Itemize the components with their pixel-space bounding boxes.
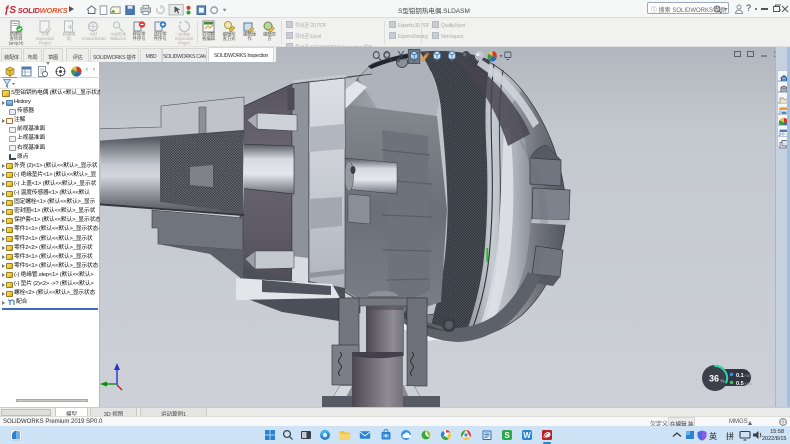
- svg-text:36: 36: [709, 374, 719, 384]
- svg-text:W: W: [523, 431, 531, 440]
- svg-text:KB/s: KB/s: [745, 374, 753, 378]
- svg-text:0.5: 0.5: [736, 381, 744, 387]
- svg-text:0.1: 0.1: [736, 373, 744, 379]
- svg-text:KB/s: KB/s: [745, 382, 753, 386]
- svg-text:%: %: [721, 379, 725, 384]
- svg-text:S: S: [504, 431, 510, 440]
